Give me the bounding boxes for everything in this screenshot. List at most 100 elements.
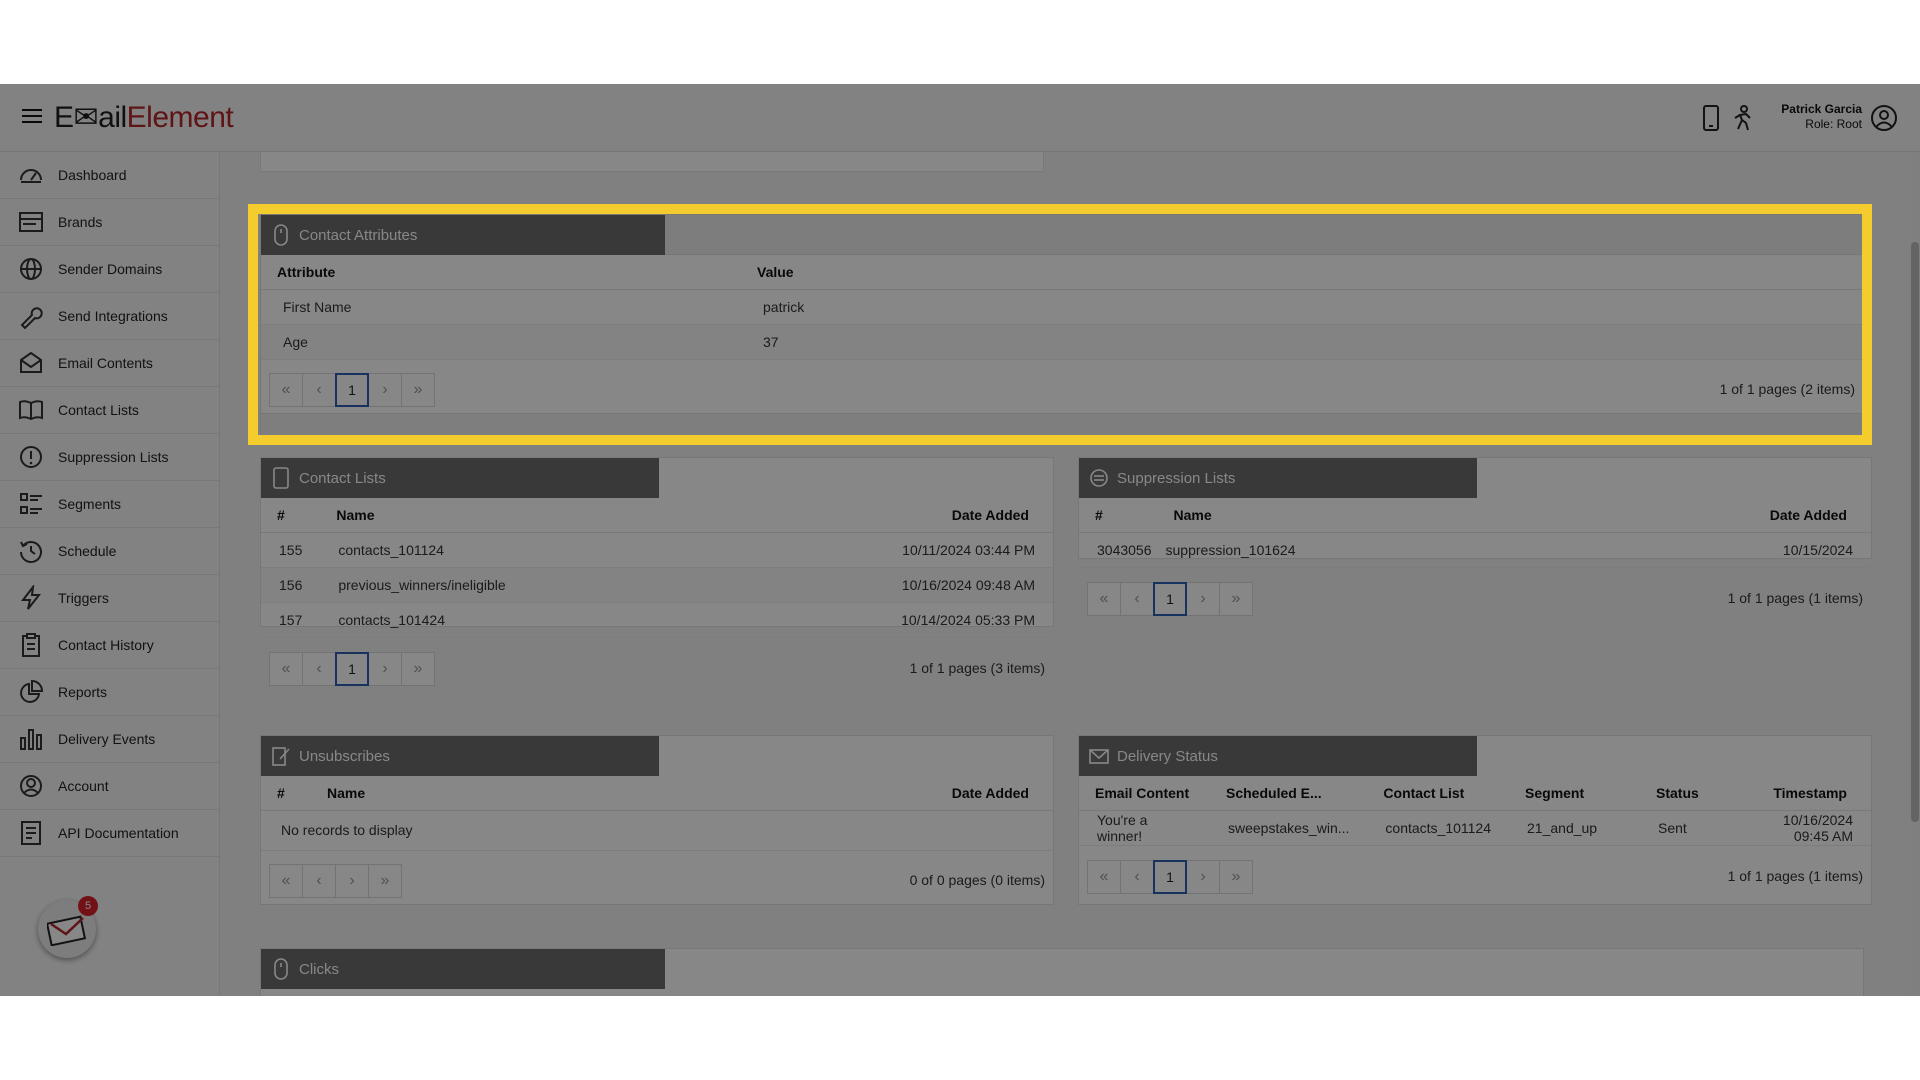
- top-bar: E✉ailElement Patrick Garcia Role: Root: [0, 84, 1920, 152]
- next-page-button[interactable]: ›: [1186, 582, 1220, 616]
- clicks-panel: Clicks: [260, 948, 1864, 996]
- column-header[interactable]: Scheduled E...: [1210, 776, 1368, 811]
- column-header[interactable]: Timestamp: [1740, 776, 1871, 811]
- column-header[interactable]: Name: [311, 776, 589, 811]
- first-page-button[interactable]: «: [269, 652, 303, 686]
- app-window: E✉ailElement Patrick Garcia Role: Root D…: [0, 84, 1920, 996]
- sidebar-item-label: Dashboard: [58, 167, 127, 183]
- pager: « ‹ › »: [269, 864, 402, 898]
- sidebar-item-contact-lists[interactable]: Contact Lists: [0, 387, 219, 434]
- next-page-button[interactable]: ›: [1186, 860, 1220, 894]
- prev-page-button[interactable]: ‹: [1120, 860, 1154, 894]
- last-page-button[interactable]: »: [1219, 582, 1253, 616]
- cell-segment: 21_and_up: [1509, 810, 1641, 846]
- previous-panel-edge: [260, 152, 1044, 172]
- column-header[interactable]: Name: [320, 498, 720, 533]
- sidebar-item-suppression-lists[interactable]: Suppression Lists: [0, 434, 219, 481]
- column-header[interactable]: Date Added: [588, 776, 1053, 811]
- column-header[interactable]: #: [261, 498, 321, 533]
- scrollbar-thumb[interactable]: [1911, 242, 1919, 822]
- notifications-button[interactable]: 5: [38, 896, 98, 958]
- column-header[interactable]: Status: [1640, 776, 1741, 811]
- table-row[interactable]: You're a winner! sweepstakes_win... cont…: [1079, 810, 1871, 846]
- pager: « ‹ 1 › »: [1087, 860, 1253, 894]
- bolt-icon: [20, 585, 42, 610]
- page-1-button[interactable]: 1: [1153, 582, 1187, 616]
- user-role: Role: Root: [1805, 117, 1862, 131]
- envelope-icon: [1089, 749, 1109, 764]
- column-header[interactable]: Value: [741, 255, 1863, 290]
- edit-document-icon: [272, 747, 290, 766]
- sidebar-item-api-documentation[interactable]: API Documentation: [0, 810, 219, 857]
- prev-page-button[interactable]: ‹: [1120, 582, 1154, 616]
- sidebar-item-label: Brands: [58, 214, 103, 230]
- panel-title-text: Unsubscribes: [299, 747, 390, 765]
- prev-page-button[interactable]: ‹: [302, 652, 336, 686]
- column-header[interactable]: #: [261, 776, 311, 811]
- first-page-button[interactable]: «: [269, 864, 303, 898]
- last-page-button[interactable]: »: [1219, 860, 1253, 894]
- app-logo[interactable]: E✉ailElement: [54, 100, 234, 135]
- sidebar-item-brands[interactable]: Brands: [0, 199, 219, 246]
- empty-message: No records to display: [261, 810, 1053, 851]
- sidebar-item-sender-domains[interactable]: Sender Domains: [0, 246, 219, 293]
- next-page-button[interactable]: ›: [368, 373, 402, 407]
- prev-page-button[interactable]: ‹: [302, 373, 336, 407]
- last-page-button[interactable]: »: [368, 864, 402, 898]
- avatar-icon[interactable]: [1870, 104, 1898, 132]
- first-page-button[interactable]: «: [269, 373, 303, 407]
- sidebar-item-dashboard[interactable]: Dashboard: [0, 152, 219, 199]
- page-1-button[interactable]: 1: [1153, 860, 1187, 894]
- next-page-button[interactable]: ›: [335, 864, 369, 898]
- sidebar-item-label: Contact Lists: [58, 402, 139, 418]
- prev-page-button[interactable]: ‹: [302, 864, 336, 898]
- user-info[interactable]: Patrick Garcia Role: Root: [1781, 102, 1862, 132]
- page-info: 0 of 0 pages (0 items): [909, 872, 1045, 888]
- first-page-button[interactable]: «: [1087, 582, 1121, 616]
- clock-icon: [20, 541, 42, 563]
- sidebar-item-triggers[interactable]: Triggers: [0, 575, 219, 622]
- sidebar-item-reports[interactable]: Reports: [0, 669, 219, 716]
- sidebar-item-delivery-events[interactable]: Delivery Events: [0, 716, 219, 763]
- cell-content: You're a winner!: [1079, 810, 1210, 846]
- sidebar-item-email-contents[interactable]: Email Contents: [0, 340, 219, 387]
- table-row[interactable]: 156 previous_winners/ineligible 10/16/20…: [261, 567, 1053, 603]
- first-page-button[interactable]: «: [1087, 860, 1121, 894]
- unsubscribes-table: # Name Date Added No records to display: [261, 776, 1053, 851]
- last-page-button[interactable]: »: [401, 373, 435, 407]
- logout-icon[interactable]: [1730, 104, 1756, 132]
- column-header[interactable]: Name: [1157, 498, 1565, 533]
- column-header[interactable]: #: [1079, 498, 1158, 533]
- table-row[interactable]: 3043056 suppression_101624 10/15/2024: [1079, 532, 1871, 568]
- column-header[interactable]: Date Added: [719, 498, 1053, 533]
- page-1-button[interactable]: 1: [335, 373, 369, 407]
- sidebar-item-label: Suppression Lists: [58, 449, 169, 465]
- sidebar-item-segments[interactable]: Segments: [0, 481, 219, 528]
- sidebar-item-send-integrations[interactable]: Send Integrations: [0, 293, 219, 340]
- scrollbar[interactable]: [1910, 152, 1920, 996]
- notification-badge: 5: [78, 896, 98, 916]
- next-page-button[interactable]: ›: [368, 652, 402, 686]
- sidebar: Dashboard Brands Sender Domains Send Int…: [0, 152, 220, 996]
- panel-title-text: Suppression Lists: [1117, 469, 1236, 487]
- page-info: 1 of 1 pages (1 items): [1727, 868, 1863, 884]
- table-row[interactable]: First Name patrick: [261, 289, 1863, 325]
- pager: « ‹ 1 › »: [269, 373, 435, 407]
- column-header[interactable]: Date Added: [1564, 498, 1871, 533]
- bar-chart-icon: [20, 729, 42, 750]
- column-header[interactable]: Email Content: [1079, 776, 1210, 811]
- table-row[interactable]: 155 contacts_101124 10/11/2024 03:44 PM: [261, 532, 1053, 568]
- pager: « ‹ 1 › »: [1087, 582, 1253, 616]
- column-header[interactable]: Segment: [1509, 776, 1641, 811]
- column-header[interactable]: Contact List: [1367, 776, 1510, 811]
- page-1-button[interactable]: 1: [335, 652, 369, 686]
- table-row[interactable]: Age 37: [261, 324, 1863, 360]
- column-header[interactable]: Attribute: [261, 255, 741, 290]
- table-row[interactable]: 157 contacts_101424 10/14/2024 05:33 PM: [261, 602, 1053, 638]
- menu-toggle-icon[interactable]: [22, 106, 42, 126]
- sidebar-item-schedule[interactable]: Schedule: [0, 528, 219, 575]
- sidebar-item-contact-history[interactable]: Contact History: [0, 622, 219, 669]
- mobile-icon[interactable]: [1698, 104, 1724, 132]
- sidebar-item-account[interactable]: Account: [0, 763, 219, 810]
- last-page-button[interactable]: »: [401, 652, 435, 686]
